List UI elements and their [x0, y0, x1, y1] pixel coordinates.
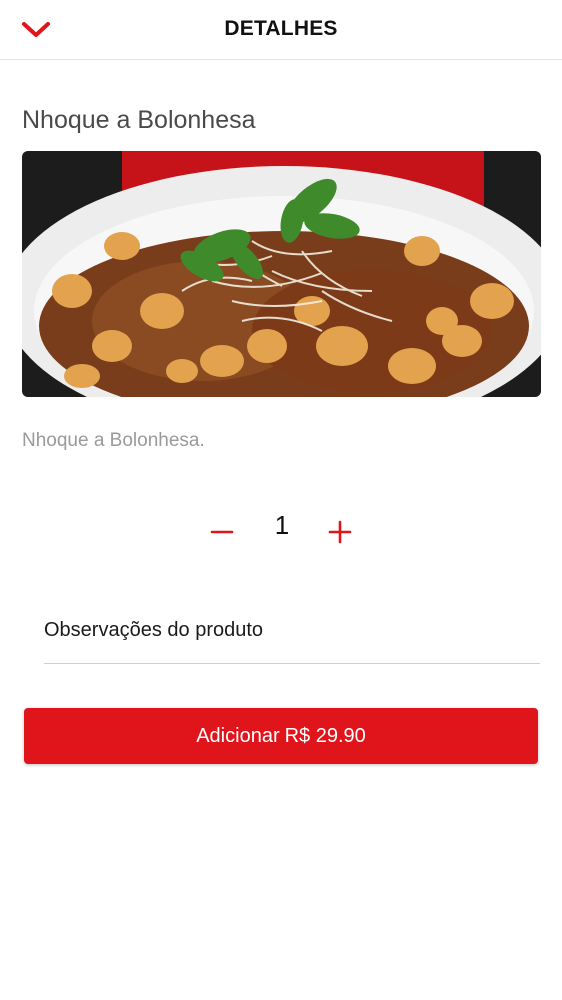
food-photo: [22, 151, 541, 397]
minus-icon: [210, 530, 234, 534]
product-name: Nhoque a Bolonhesa: [22, 106, 256, 134]
add-to-cart-button[interactable]: Adicionar R$ 29.90: [24, 708, 538, 764]
add-button-price: R$ 29.90: [284, 724, 366, 747]
page-title: DETALHES: [224, 17, 338, 40]
top-bar: DETALHES: [0, 0, 562, 60]
product-description: Nhoque a Bolonhesa.: [22, 430, 205, 451]
product-notes-label: Observações do produto: [44, 619, 264, 641]
plus-icon: [328, 520, 352, 544]
product-image: [22, 151, 541, 397]
decrease-quantity-button[interactable]: [202, 512, 242, 552]
increase-quantity-button[interactable]: [320, 512, 360, 552]
product-notes-input[interactable]: Observações do produto: [44, 612, 540, 664]
quantity-value: 1: [274, 510, 290, 540]
add-button-label: Adicionar: [196, 724, 280, 747]
